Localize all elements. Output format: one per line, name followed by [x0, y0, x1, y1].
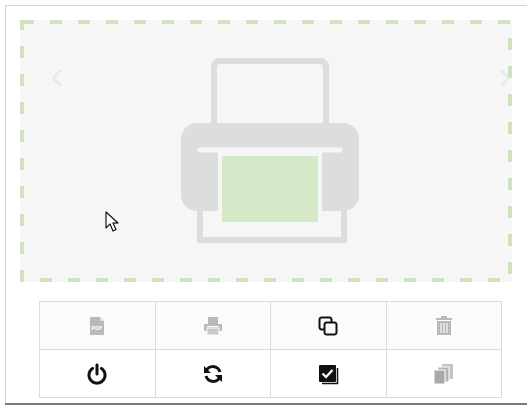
pdf-icon: PDF: [90, 316, 105, 335]
scanner-icon: [181, 58, 359, 243]
power-icon: [87, 363, 107, 385]
scan-preview-area[interactable]: [20, 20, 512, 282]
refresh-button[interactable]: [154, 349, 271, 398]
pdf-icon-label: PDF: [92, 326, 103, 332]
copy-icon: [318, 316, 338, 335]
copy-button[interactable]: [270, 301, 387, 350]
pages-button[interactable]: [385, 349, 502, 398]
print-button[interactable]: [154, 301, 271, 350]
select-all-button[interactable]: [270, 349, 387, 398]
power-button[interactable]: [39, 349, 156, 398]
chevron-left-icon[interactable]: [50, 68, 64, 88]
refresh-icon: [203, 364, 222, 383]
delete-button[interactable]: [385, 301, 502, 350]
mouse-cursor-icon: [105, 211, 119, 232]
export-pdf-button[interactable]: PDF: [39, 301, 156, 350]
scan-toolbar: PDF: [39, 301, 502, 398]
pages-stack-icon: [433, 363, 453, 384]
select-all-checkbox-icon: [319, 364, 339, 384]
frame-bottom-edge: [5, 403, 527, 405]
chevron-right-icon[interactable]: [498, 68, 512, 88]
printer-icon: [203, 316, 222, 335]
trash-icon: [435, 315, 452, 335]
